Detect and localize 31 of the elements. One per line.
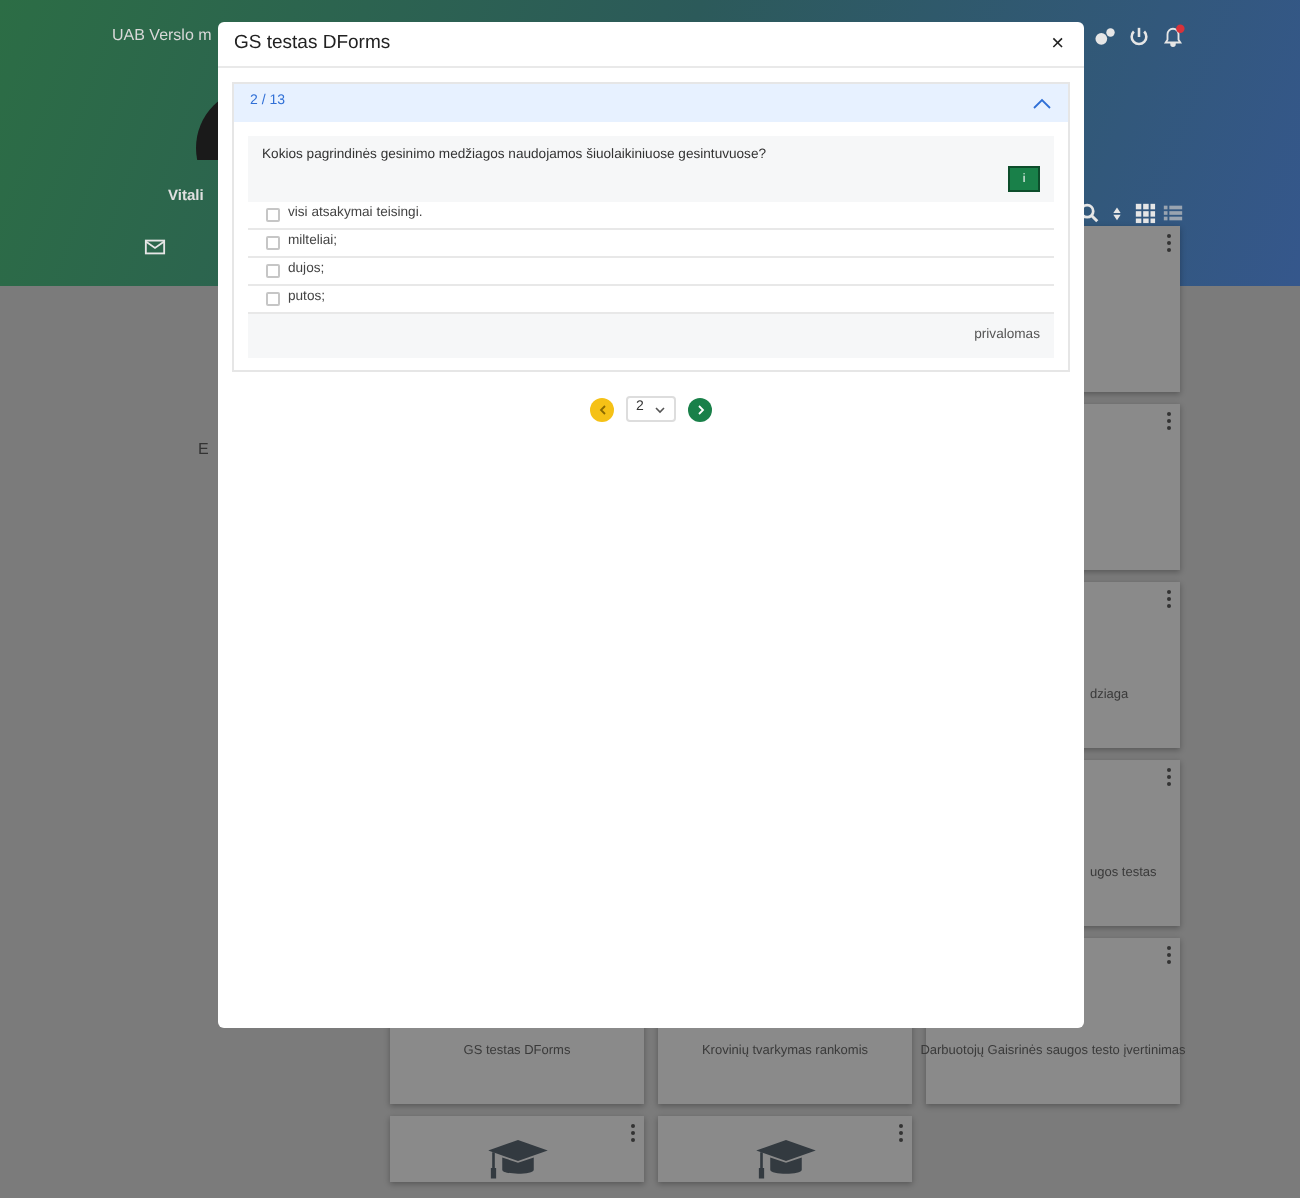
mail-icon[interactable] xyxy=(144,236,166,259)
list-view-icon[interactable] xyxy=(1162,201,1184,223)
company-name: UAB Verslo m xyxy=(112,24,212,48)
power-icon[interactable] xyxy=(1128,25,1150,47)
graduation-cap-icon xyxy=(751,1140,819,1182)
chevron-down-icon xyxy=(654,405,666,413)
card[interactable] xyxy=(658,1116,912,1182)
more-icon[interactable] xyxy=(630,1124,636,1142)
modal-title: GS testas DForms xyxy=(234,29,391,58)
more-icon[interactable] xyxy=(1166,412,1172,430)
partial-text: E xyxy=(198,438,209,462)
checkbox[interactable] xyxy=(266,264,280,278)
checkbox[interactable] xyxy=(266,208,280,222)
search-icon[interactable] xyxy=(1078,201,1100,223)
more-icon[interactable] xyxy=(1166,768,1172,786)
bell-icon[interactable] xyxy=(1162,25,1184,47)
chevron-left-icon xyxy=(597,403,607,415)
more-icon[interactable] xyxy=(1166,946,1172,964)
checkbox[interactable] xyxy=(266,236,280,250)
previous-button[interactable] xyxy=(590,397,614,421)
close-button[interactable]: × xyxy=(1047,33,1068,55)
chevron-right-icon xyxy=(695,403,705,415)
more-icon[interactable] xyxy=(1166,590,1172,608)
next-button[interactable] xyxy=(688,397,712,421)
more-icon[interactable] xyxy=(898,1124,904,1142)
chevron-icon xyxy=(1032,97,1052,109)
card[interactable] xyxy=(390,1116,644,1182)
graduation-cap-icon xyxy=(483,1140,551,1182)
grid-view-icon[interactable] xyxy=(1134,201,1156,223)
more-icon[interactable] xyxy=(1166,234,1172,252)
checkbox[interactable] xyxy=(266,292,280,306)
